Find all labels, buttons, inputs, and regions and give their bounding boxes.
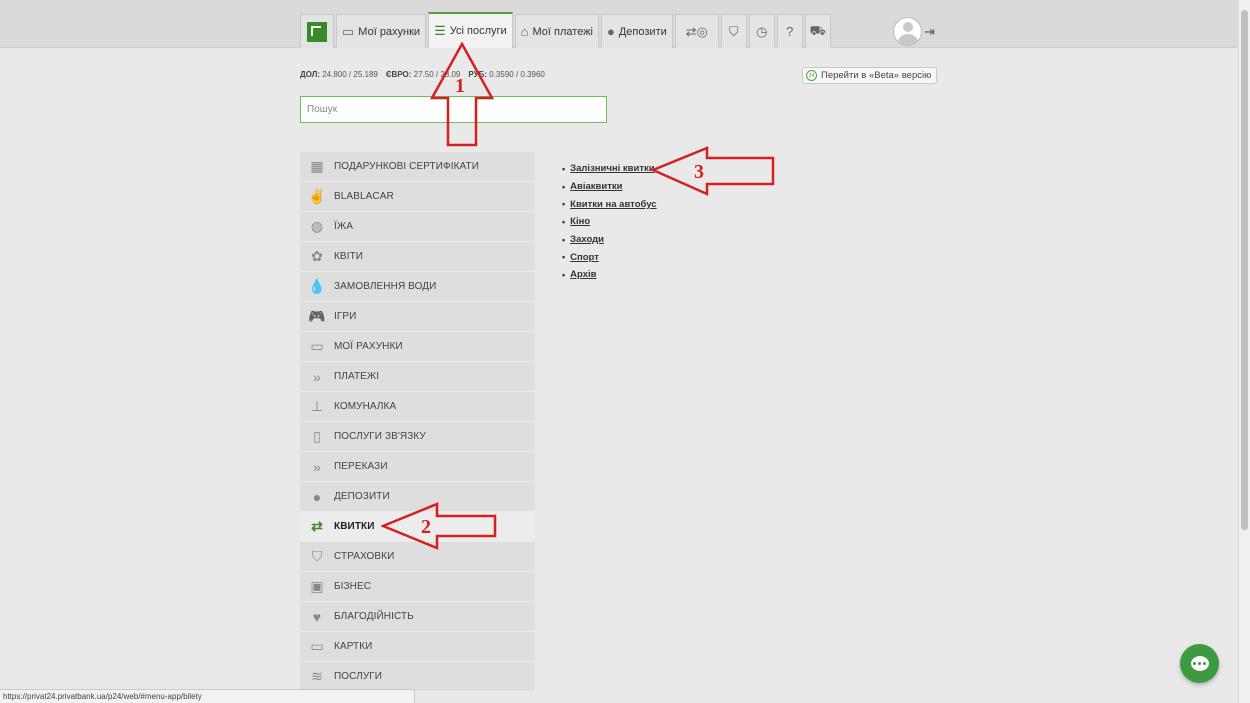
nav-deposits-label: Депозити bbox=[618, 25, 667, 38]
link-bus-tickets[interactable]: Квитки на автобус bbox=[570, 199, 656, 210]
gift-icon: ▦ bbox=[310, 158, 324, 174]
nav-my-payments-label: Мої платежі bbox=[532, 25, 593, 38]
tickets-icon: ⇄ bbox=[311, 518, 323, 534]
heart-hands-icon: ♥ bbox=[312, 608, 322, 625]
menu-item-flowers[interactable]: ✿ КВІТИ bbox=[300, 242, 535, 272]
chat-bubble-icon bbox=[1190, 656, 1209, 671]
phone-icon: ▯ bbox=[313, 428, 321, 444]
menu-item-my-accounts[interactable]: ▭ МОЇ РАХУНКИ bbox=[300, 332, 535, 362]
menu-item-charity[interactable]: ♥ БЛАГОДІЙНІСТЬ bbox=[300, 602, 535, 632]
annotation-arrow-1: 1 bbox=[430, 42, 494, 147]
briefcase-icon: ▣ bbox=[310, 578, 324, 594]
nav-all-services[interactable]: ☰ Усі послуги bbox=[428, 12, 513, 48]
card-icon: ▭ bbox=[342, 23, 355, 39]
exchange-rates: ДОЛ: 24.800 / 25.189 ЄВРО: 27.50 / 28.09… bbox=[300, 70, 545, 79]
food-icon: ◍ bbox=[310, 218, 324, 234]
services-menu: ▦ ПОДАРУНКОВІ СЕРТИФІКАТИ ✌ BLABLACAR ◍ ЇЖА… bbox=[300, 152, 535, 692]
double-chevron-icon: » bbox=[313, 368, 321, 385]
list-icon: ☰ bbox=[434, 23, 446, 38]
nav-history[interactable]: ◷ bbox=[748, 14, 775, 48]
list-item: Квитки на автобус bbox=[562, 195, 656, 213]
menu-item-food[interactable]: ◍ ЇЖА bbox=[300, 212, 535, 242]
annotation-arrow-3: 3 bbox=[651, 146, 775, 196]
menu-item-insurance[interactable]: ⛉ СТРАХОВКИ bbox=[300, 542, 535, 572]
water-drop-icon: 💧 bbox=[308, 278, 326, 294]
tickets-icon: ⇄◎ bbox=[685, 23, 708, 39]
avatar[interactable] bbox=[893, 17, 922, 46]
nav-tickets[interactable]: ⇄◎ bbox=[674, 14, 719, 48]
card-icon: ▭ bbox=[310, 338, 324, 354]
list-item: Залізничні квитки bbox=[562, 160, 657, 178]
menu-item-water-order[interactable]: 💧 ЗАМОВЛЕННЯ ВОДИ bbox=[300, 272, 535, 302]
list-item: Архів bbox=[562, 266, 657, 284]
link-sport[interactable]: Спорт bbox=[570, 252, 599, 263]
piggy-bank-icon: ● bbox=[312, 488, 322, 505]
faucet-icon: ⊥ bbox=[310, 398, 324, 414]
shield-icon: ⛉ bbox=[728, 23, 739, 39]
rate-eur: ЄВРО: 27.50 / 28.09 bbox=[385, 70, 461, 79]
p24-badge-icon: 24 bbox=[806, 70, 817, 81]
list-item: Спорт bbox=[562, 248, 657, 266]
top-bar: ▭ Мої рахунки ☰ Усі послуги ⌂ Мої платеж… bbox=[0, 0, 1238, 48]
menu-item-cards[interactable]: ▭ КАРТКИ bbox=[300, 632, 535, 662]
link-cinema[interactable]: Кіно bbox=[570, 216, 590, 227]
menu-item-telecom[interactable]: ▯ ПОСЛУГИ ЗВ'ЯЗКУ bbox=[300, 422, 535, 452]
menu-item-business[interactable]: ▣ БІЗНЕС bbox=[300, 572, 535, 602]
help-icon: ? bbox=[786, 24, 794, 39]
nav-help[interactable]: ? bbox=[776, 14, 803, 48]
nav-cart[interactable]: ⛟ bbox=[804, 14, 831, 48]
beta-version-label: Перейти в «Beta» версію bbox=[821, 70, 932, 81]
nav-my-accounts[interactable]: ▭ Мої рахунки bbox=[336, 14, 427, 48]
link-railway-tickets[interactable]: Залізничні квитки bbox=[570, 163, 654, 174]
menu-item-gift-certificates[interactable]: ▦ ПОДАРУНКОВІ СЕРТИФІКАТИ bbox=[300, 152, 535, 182]
menu-item-blablacar[interactable]: ✌ BLABLACAR bbox=[300, 182, 535, 212]
list-item: Заходи bbox=[562, 231, 657, 249]
nav-shield[interactable]: ⛉ bbox=[720, 14, 747, 48]
status-url: https://privat24.privatbank.ua/p24/web/#… bbox=[0, 689, 415, 703]
menu-item-utilities[interactable]: ⊥ КОМУНАЛКА bbox=[300, 392, 535, 422]
search-input[interactable] bbox=[300, 96, 607, 123]
cart-icon: ⛟ bbox=[809, 22, 826, 38]
blablacar-icon: ✌ bbox=[308, 188, 326, 204]
double-chevron-icon: » bbox=[313, 458, 321, 475]
tickets-sublinks: Залізничні квитки Авіаквитки Квитки на а… bbox=[562, 160, 657, 284]
link-air-tickets[interactable]: Авіаквитки bbox=[570, 181, 622, 192]
menu-item-deposits[interactable]: ● ДЕПОЗИТИ bbox=[300, 482, 535, 512]
menu-item-tickets[interactable]: ⇄ КВИТКИ bbox=[300, 512, 535, 542]
shield-icon: ⛉ bbox=[311, 548, 323, 564]
main-nav: ▭ Мої рахунки ☰ Усі послуги ⌂ Мої платеж… bbox=[300, 12, 831, 48]
beta-version-button[interactable]: 24 Перейти в «Beta» версію bbox=[802, 67, 938, 84]
menu-item-payments[interactable]: » ПЛАТЕЖІ bbox=[300, 362, 535, 392]
rate-usd: ДОЛ: 24.800 / 25.189 bbox=[300, 70, 378, 79]
scrollbar[interactable] bbox=[1238, 0, 1250, 703]
flower-icon: ✿ bbox=[311, 248, 323, 264]
nav-all-services-label: Усі послуги bbox=[449, 25, 507, 37]
link-archive[interactable]: Архів bbox=[570, 269, 596, 280]
house-icon: ⌂ bbox=[520, 24, 529, 39]
rate-rub: РУБ: 0.3590 / 0.3960 bbox=[468, 70, 545, 79]
list-item: Авіаквитки bbox=[562, 178, 657, 196]
nav-deposits[interactable]: ● Депозити bbox=[601, 14, 673, 48]
nav-my-accounts-label: Мої рахунки bbox=[358, 25, 421, 38]
logout-icon[interactable]: ⇥ bbox=[924, 24, 935, 40]
scrollbar-thumb[interactable] bbox=[1241, 10, 1248, 530]
layers-icon: ≋ bbox=[311, 668, 323, 684]
chat-button[interactable] bbox=[1180, 644, 1219, 683]
privat24-logo-icon bbox=[307, 21, 327, 42]
piggy-bank-icon: ● bbox=[607, 24, 615, 39]
menu-item-games[interactable]: 🎮 ІГРИ bbox=[300, 302, 535, 332]
annotation-number-3: 3 bbox=[694, 161, 704, 183]
card-icon: ▭ bbox=[310, 638, 324, 654]
logo-button[interactable] bbox=[300, 14, 334, 48]
nav-my-payments[interactable]: ⌂ Мої платежі bbox=[514, 14, 599, 48]
link-events[interactable]: Заходи bbox=[570, 234, 604, 245]
menu-item-transfers[interactable]: » ПЕРЕКАЗИ bbox=[300, 452, 535, 482]
clock-icon: ◷ bbox=[756, 23, 768, 39]
list-item: Кіно bbox=[562, 213, 657, 231]
gamepad-icon: 🎮 bbox=[308, 308, 326, 324]
menu-item-services[interactable]: ≋ ПОСЛУГИ bbox=[300, 662, 535, 692]
